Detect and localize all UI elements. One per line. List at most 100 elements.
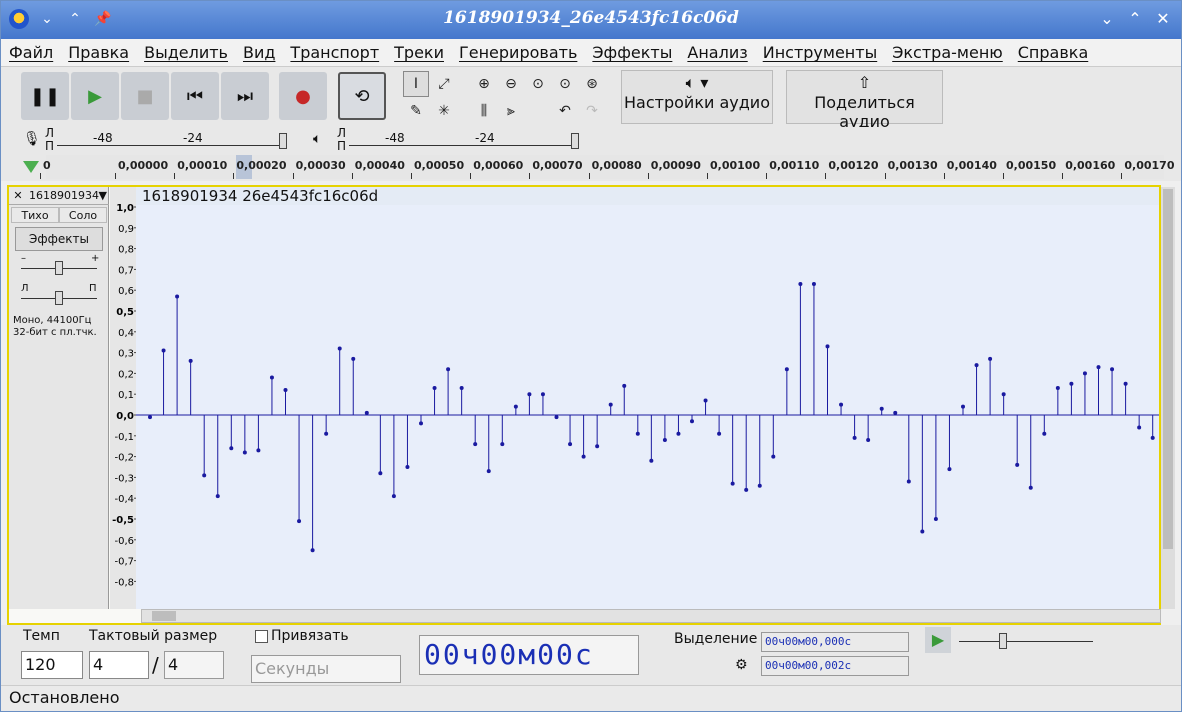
time-signature-denominator[interactable]: 4 (164, 651, 224, 679)
sample-point[interactable] (554, 415, 559, 420)
microphone-icon[interactable]: 🎙︎ (23, 131, 41, 147)
sample-point[interactable] (662, 437, 667, 442)
pan-slider[interactable] (21, 291, 97, 305)
menu-extra[interactable]: Экстра-меню (892, 43, 1003, 62)
sample-point[interactable] (378, 471, 383, 476)
sample-point[interactable] (717, 431, 722, 436)
sample-point[interactable] (337, 346, 342, 351)
sample-point[interactable] (920, 529, 925, 534)
fit-project-button[interactable]: ⊙ (552, 71, 578, 97)
track-effects-button[interactable]: Эффекты (15, 227, 103, 251)
silence-button[interactable]: ⫸ (498, 98, 524, 124)
pause-button[interactable]: ❚❚ (21, 72, 69, 120)
pan-slider-thumb[interactable] (55, 291, 63, 305)
sample-point[interactable] (771, 454, 776, 459)
sample-point[interactable] (839, 402, 844, 407)
sample-point[interactable] (852, 435, 857, 440)
sample-point[interactable] (730, 481, 735, 486)
sample-point[interactable] (811, 281, 816, 286)
settings-gear-icon[interactable]: ⚙ (735, 657, 748, 673)
menu-view[interactable]: Вид (243, 43, 275, 62)
minimize-button[interactable]: ⌄ (1099, 9, 1115, 29)
sample-point[interactable] (242, 450, 247, 455)
playback-speaker-icon[interactable]: 🔈︎ (313, 131, 321, 147)
draw-tool[interactable]: ✎ (403, 98, 429, 124)
sample-point[interactable] (1137, 425, 1142, 430)
track-name-menu[interactable]: 1618901934 (29, 187, 99, 205)
waveform-clip[interactable]: 1618901934 26e4543fc16c06d (136, 187, 1159, 609)
sample-point[interactable] (635, 431, 640, 436)
sample-point[interactable] (1015, 462, 1020, 467)
play-button[interactable]: ▶ (71, 72, 119, 120)
trim-button[interactable]: ⫼ (471, 98, 497, 124)
sample-point[interactable] (622, 383, 627, 388)
zoom-in-button[interactable]: ⊕ (471, 71, 497, 97)
undo-button[interactable]: ↶ (552, 98, 578, 124)
sample-point[interactable] (988, 356, 993, 361)
sample-point[interactable] (879, 406, 884, 411)
sample-point[interactable] (690, 419, 694, 424)
sample-point[interactable] (324, 431, 329, 436)
sample-point[interactable] (1069, 381, 1074, 386)
sample-point[interactable] (256, 448, 261, 453)
sample-point[interactable] (283, 388, 288, 393)
sample-point[interactable] (581, 454, 586, 459)
vertical-scroll-thumb[interactable] (1163, 189, 1173, 549)
menu-edit[interactable]: Правка (68, 43, 129, 62)
sample-point[interactable] (676, 431, 681, 436)
sample-point[interactable] (757, 483, 762, 488)
loop-button[interactable]: ⟲ (338, 72, 386, 120)
sample-point[interactable] (148, 415, 152, 420)
sample-point[interactable] (1082, 371, 1087, 376)
horizontal-scrollbar[interactable] (141, 609, 1161, 623)
sample-point[interactable] (188, 358, 193, 363)
sample-point[interactable] (1110, 367, 1115, 372)
sample-point[interactable] (391, 494, 396, 499)
sample-point[interactable] (446, 367, 451, 372)
sample-point[interactable] (500, 442, 505, 447)
gain-slider-thumb[interactable] (55, 261, 63, 275)
sample-point[interactable] (297, 519, 302, 524)
maximize-button[interactable]: ⌃ (1127, 9, 1143, 29)
zoom-toggle-button[interactable]: ⊛ (579, 71, 605, 97)
vertical-scrollbar[interactable] (1161, 187, 1175, 609)
sample-point[interactable] (405, 465, 410, 469)
sample-point[interactable] (161, 348, 166, 353)
timeline-ruler[interactable]: 0 0,00000 0,00010 0,00020 0,00030 0,00040 0,00… (1, 153, 1181, 181)
sample-point[interactable] (784, 367, 789, 372)
waveform-plot[interactable] (136, 187, 1159, 609)
zoom-out-button[interactable]: ⊖ (498, 71, 524, 97)
sample-point[interactable] (310, 548, 315, 553)
skip-end-button[interactable]: ⏭ (221, 72, 269, 120)
sample-point[interactable] (432, 385, 437, 390)
sample-point[interactable] (893, 410, 898, 415)
sample-point[interactable] (1096, 365, 1101, 370)
snap-checkbox[interactable] (255, 630, 268, 643)
close-button[interactable]: ✕ (1155, 9, 1171, 29)
snap-unit-select[interactable]: Секунды (251, 655, 401, 683)
sample-point[interactable] (229, 446, 234, 451)
playback-speed-thumb[interactable] (999, 633, 1007, 649)
solo-button[interactable]: Соло (59, 207, 107, 223)
audio-position-display[interactable]: 00ч00м00с (419, 635, 639, 675)
sample-point[interactable] (175, 294, 180, 299)
record-meter[interactable]: Л П -48 -24 (45, 127, 293, 153)
horizontal-scroll-thumb[interactable] (152, 611, 176, 621)
mute-button[interactable]: Тихо (11, 207, 59, 223)
sample-point[interactable] (269, 375, 274, 380)
sample-point[interactable] (825, 344, 830, 349)
sample-point[interactable] (595, 444, 600, 449)
sample-point[interactable] (744, 487, 749, 492)
selection-tool[interactable]: I (403, 71, 429, 97)
record-button[interactable]: ● (279, 72, 327, 120)
ruler-scale[interactable]: 0 0,00000 0,00010 0,00020 0,00030 0,00040 0,00… (40, 155, 1175, 179)
sample-point[interactable] (513, 404, 518, 409)
clip-name[interactable]: 1618901934 26e4543fc16c06d (136, 187, 1159, 205)
menu-analyze[interactable]: Анализ (687, 43, 747, 62)
chevron-down-icon[interactable]: ▼ (99, 187, 107, 205)
sample-point[interactable] (608, 402, 613, 407)
selection-end-time[interactable]: 00ч00м00,002с (761, 656, 909, 676)
close-track-icon[interactable]: ✕ (11, 187, 25, 205)
sample-point[interactable] (1123, 381, 1128, 386)
sample-point[interactable] (568, 442, 573, 447)
